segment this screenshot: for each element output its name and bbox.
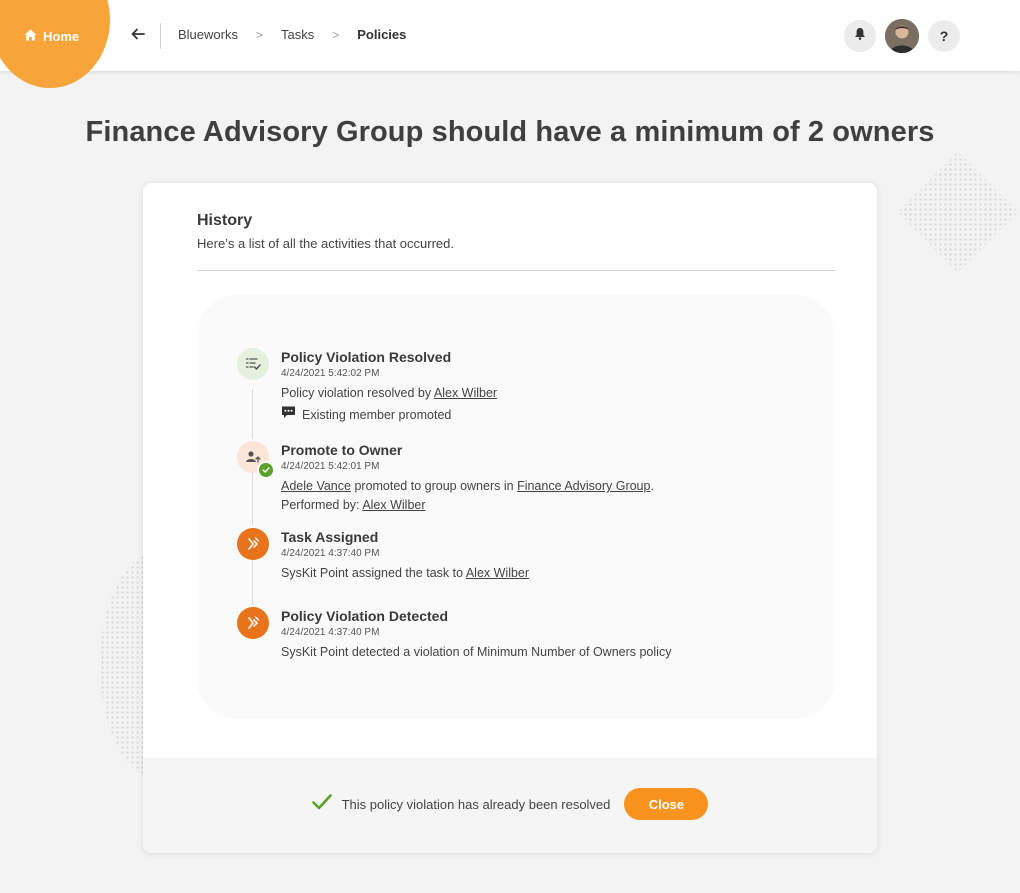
- event-title: Policy Violation Detected: [281, 608, 449, 624]
- check-badge-icon: [257, 461, 275, 479]
- event-performed-by: Performed by: Alex Wilber: [281, 496, 801, 514]
- event-description: SysKit Point detected a violation of Min…: [281, 645, 672, 659]
- violation-detected-icon: [237, 607, 269, 639]
- event-description: Policy violation resolved by Alex Wilber: [281, 384, 801, 402]
- event-time: 4/24/2021 5:42:02 PM: [281, 368, 380, 379]
- task-assigned-icon: [237, 528, 269, 560]
- timeline-event: Policy Violation Resolved 4/24/2021 5:42…: [281, 348, 801, 424]
- avatar[interactable]: [885, 19, 919, 53]
- comment-text: Existing member promoted: [302, 407, 452, 422]
- breadcrumb-separator: >: [332, 27, 340, 42]
- event-text: SysKit Point assigned the task to: [281, 566, 464, 580]
- decorative-dots: [898, 152, 1018, 272]
- close-button[interactable]: Close: [624, 788, 709, 820]
- event-description: SysKit Point assigned the task to Alex W…: [281, 564, 801, 582]
- promote-user-icon: [237, 441, 275, 479]
- resolution-bar: This policy violation has already been r…: [143, 788, 877, 820]
- bell-icon: [854, 27, 866, 45]
- home-icon: [24, 29, 37, 44]
- user-link[interactable]: Alex Wilber: [466, 566, 529, 580]
- event-title: Promote to Owner: [281, 442, 403, 458]
- history-subtitle: Here’s a list of all the activities that…: [197, 236, 454, 251]
- event-title: Task Assigned: [281, 529, 379, 545]
- event-text-end: .: [650, 479, 654, 493]
- help-icon: ?: [939, 28, 949, 44]
- event-text: promoted to group owners in: [354, 479, 514, 493]
- event-time: 4/24/2021 5:42:01 PM: [281, 461, 380, 472]
- event-text: Policy violation resolved by: [281, 386, 432, 400]
- user-link[interactable]: Alex Wilber: [434, 386, 497, 400]
- timeline: Policy Violation Resolved 4/24/2021 5:42…: [197, 295, 835, 719]
- event-title: Policy Violation Resolved: [281, 349, 452, 365]
- user-link[interactable]: Alex Wilber: [362, 498, 425, 512]
- page-title: Finance Advisory Group should have a min…: [85, 116, 935, 148]
- timeline-connector: [252, 389, 253, 439]
- breadcrumb-policies: Policies: [357, 27, 407, 42]
- help-button[interactable]: ?: [928, 20, 960, 52]
- comment-icon: [281, 405, 296, 424]
- top-bar: Home Blueworks > Tasks > Policies ?: [0, 0, 1020, 88]
- breadcrumb-separator: >: [255, 27, 263, 42]
- policy-resolved-icon: [237, 348, 269, 380]
- timeline-event: Policy Violation Detected 4/24/2021 4:37…: [281, 607, 801, 661]
- timeline-connector: [252, 560, 253, 605]
- home-label: Home: [43, 28, 80, 44]
- timeline-connector: [252, 472, 253, 525]
- back-button[interactable]: [128, 26, 148, 46]
- user-link[interactable]: Adele Vance: [281, 479, 351, 493]
- arrow-left-icon: [131, 27, 145, 45]
- performed-label: Performed by:: [281, 498, 360, 512]
- home-button[interactable]: Home: [24, 27, 79, 45]
- divider: [197, 270, 836, 271]
- event-description: Adele Vance promoted to group owners in …: [281, 477, 801, 495]
- event-comment: Existing member promoted: [281, 405, 801, 424]
- history-card: History Here’s a list of all the activit…: [143, 183, 877, 853]
- timeline-event: Task Assigned 4/24/2021 4:37:40 PM SysKi…: [281, 528, 801, 582]
- notifications-button[interactable]: [844, 20, 876, 52]
- timeline-event: Promote to Owner 4/24/2021 5:42:01 PM Ad…: [281, 441, 801, 514]
- breadcrumb-blueworks[interactable]: Blueworks: [178, 27, 238, 42]
- event-time: 4/24/2021 4:37:40 PM: [281, 627, 380, 638]
- breadcrumb: Blueworks > Tasks > Policies: [178, 27, 406, 42]
- group-link[interactable]: Finance Advisory Group: [517, 479, 650, 493]
- event-time: 4/24/2021 4:37:40 PM: [281, 548, 380, 559]
- breadcrumb-tasks[interactable]: Tasks: [281, 27, 314, 42]
- history-title: History: [197, 212, 253, 229]
- checkmark-icon: [311, 793, 332, 816]
- header-divider: [160, 23, 161, 49]
- resolved-message: This policy violation has already been r…: [341, 796, 611, 812]
